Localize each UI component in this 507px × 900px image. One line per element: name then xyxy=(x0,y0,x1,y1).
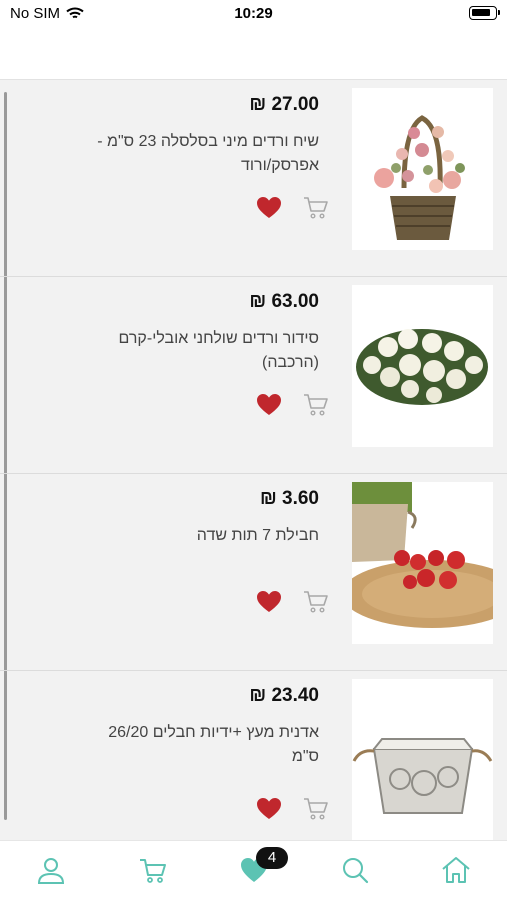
add-to-cart-button[interactable] xyxy=(303,590,329,614)
product-image[interactable] xyxy=(352,285,493,447)
product-title[interactable]: אדנית מעץ +ידיות חבלים 26/20 ס"מ xyxy=(89,721,319,769)
product-price: 63.00 ₪ xyxy=(249,291,319,312)
favorite-button[interactable] xyxy=(256,196,282,220)
status-time: 10:29 xyxy=(234,5,273,22)
tab-search[interactable] xyxy=(340,855,370,885)
cart-icon xyxy=(304,197,328,219)
tab-cart[interactable] xyxy=(138,855,168,885)
product-image[interactable] xyxy=(352,679,493,840)
cart-icon xyxy=(304,394,328,416)
cart-icon xyxy=(304,798,328,820)
favorite-button[interactable] xyxy=(256,393,282,417)
add-to-cart-button[interactable] xyxy=(303,393,329,417)
favorites-count-badge: 4 xyxy=(256,847,288,869)
product-title[interactable]: סידור ורדים שולחני אובלי-קרם (הרכבה) xyxy=(89,327,320,375)
product-price: 23.40 ₪ xyxy=(249,685,319,706)
cart-icon xyxy=(140,859,166,883)
favorite-button[interactable] xyxy=(256,590,282,614)
list-item[interactable]: 3.60 ₪ חבילת 7 תות שדה xyxy=(0,474,507,671)
heart-icon xyxy=(257,394,281,415)
product-title[interactable]: חבילת 7 תות שדה xyxy=(89,524,319,548)
battery-icon xyxy=(469,6,500,20)
product-price: 3.60 ₪ xyxy=(259,488,319,509)
list-item[interactable]: 27.00 ₪ שיח ורדים מיני בסלסלה 23 ס"מ - א… xyxy=(0,80,507,277)
add-to-cart-button[interactable] xyxy=(303,797,329,821)
search-icon xyxy=(343,858,369,884)
product-title[interactable]: שיח ורדים מיני בסלסלה 23 ס"מ - אפרסק/ורו… xyxy=(89,130,319,178)
tab-profile[interactable] xyxy=(36,855,66,885)
status-bar: No SIM 10:29 xyxy=(0,0,507,28)
list-item[interactable]: 63.00 ₪ סידור ורדים שולחני אובלי-קרם (הר… xyxy=(0,277,507,474)
heart-icon xyxy=(257,197,281,218)
user-icon xyxy=(37,858,65,884)
product-image[interactable] xyxy=(352,88,493,250)
add-to-cart-button[interactable] xyxy=(303,196,329,220)
tab-bar: 4 xyxy=(0,840,507,900)
product-price: 27.00 ₪ xyxy=(249,94,319,115)
product-image[interactable] xyxy=(352,482,493,644)
heart-icon xyxy=(257,591,281,612)
home-icon xyxy=(442,857,470,883)
cart-icon xyxy=(304,591,328,613)
favorite-button[interactable] xyxy=(256,797,282,821)
tab-home[interactable] xyxy=(441,855,471,885)
heart-icon xyxy=(257,798,281,819)
favorites-list[interactable]: 27.00 ₪ שיח ורדים מיני בסלסלה 23 ס"מ - א… xyxy=(0,80,507,840)
list-item[interactable]: 23.40 ₪ אדנית מעץ +ידיות חבלים 26/20 ס"מ xyxy=(0,671,507,840)
nav-header xyxy=(0,28,507,80)
